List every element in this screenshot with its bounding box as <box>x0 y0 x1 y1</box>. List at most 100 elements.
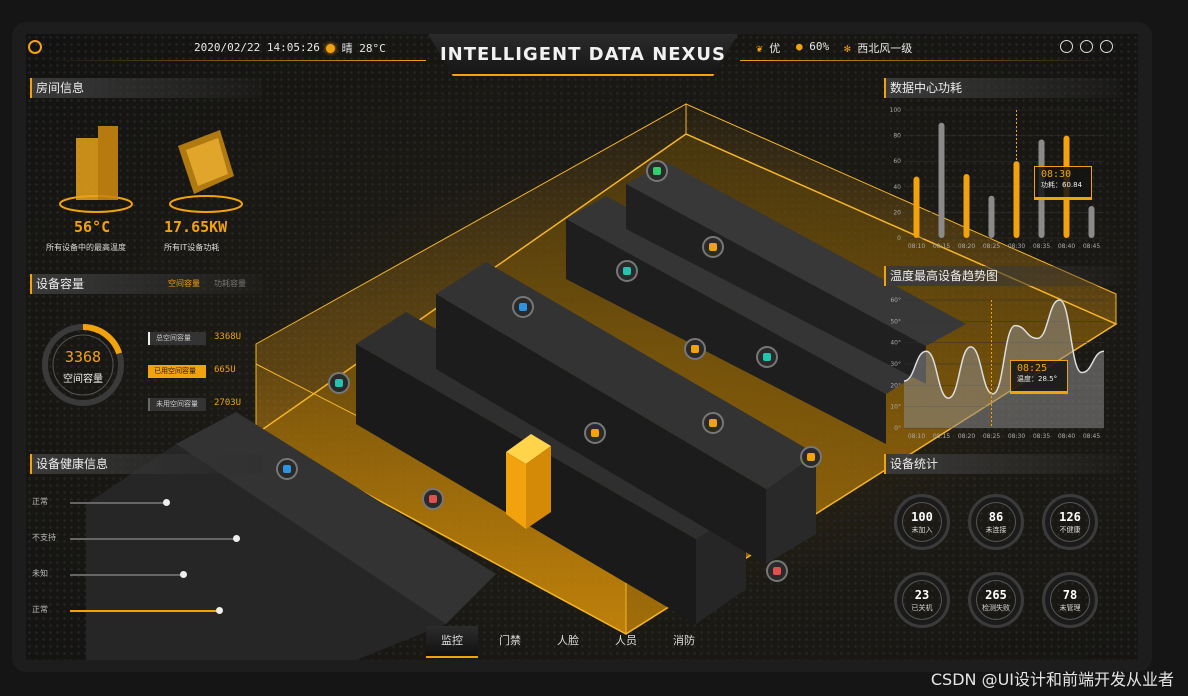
room-info-illustrations <box>59 126 243 213</box>
stat-circle[interactable]: 265 检测失败 <box>968 572 1024 628</box>
logo-icon[interactable] <box>28 40 42 54</box>
y-tick-label: 0 <box>897 235 901 242</box>
header-line-left <box>46 60 426 61</box>
back-icon[interactable] <box>1060 40 1073 53</box>
panel-title-stats: 设备统计 <box>884 454 1120 474</box>
y-tick-label: 40 <box>893 184 901 191</box>
tab-space-capacity[interactable]: 空间容量 <box>168 278 200 289</box>
room-pin-alert[interactable] <box>584 422 606 444</box>
temp-tooltip-text: 温度：28.5° <box>1017 375 1058 383</box>
humidity-text: 60% <box>809 40 830 53</box>
air-quality: ❦ 优 <box>756 40 780 56</box>
stat-label: 未连接 <box>985 526 1007 534</box>
stat-label: 检测失败 <box>982 604 1010 612</box>
room-pin-camera-2[interactable] <box>276 458 298 480</box>
stat-label: 未管理 <box>1059 604 1081 612</box>
x-tick-label: 08:25 <box>983 243 1000 250</box>
x-tick-label: 08:40 <box>1058 433 1075 440</box>
stat-label: 未加入 <box>911 526 933 534</box>
y-tick-label: 20 <box>893 209 901 216</box>
tab-power-capacity[interactable]: 功耗容量 <box>214 278 246 289</box>
room-pin-fire[interactable] <box>422 488 444 510</box>
settings-icon[interactable] <box>1080 40 1093 53</box>
health-item-label: 正常 <box>32 605 48 614</box>
panel-title-power: 数据中心功耗 <box>884 78 1120 98</box>
stat-value: 100 <box>911 510 933 524</box>
bottom-tab[interactable]: 监控 <box>426 626 478 658</box>
bottom-tab[interactable]: 人脸 <box>542 626 594 656</box>
stat-value: 23 <box>914 588 930 602</box>
slider-handle[interactable] <box>216 607 223 614</box>
power-bar <box>988 195 995 238</box>
power-tooltip: 08:30 功耗：60.84 <box>1034 166 1092 200</box>
room-pin-door-2[interactable] <box>800 446 822 468</box>
stat-circle[interactable]: 23 已关机 <box>894 572 950 628</box>
temp-tooltip-time: 08:25 <box>1017 363 1048 374</box>
room-pin-warning[interactable] <box>684 338 706 360</box>
x-tick-label: 08:10 <box>908 243 925 250</box>
power-tooltip-text: 功耗：60.84 <box>1041 181 1083 189</box>
bottom-tab[interactable]: 人员 <box>600 626 652 656</box>
stat-circle[interactable]: 78 未管理 <box>1042 572 1098 628</box>
power-tooltip-time: 08:30 <box>1041 169 1072 180</box>
dashboard-screen: 2020/02/22 14:05:26 晴 28°C INTELLIGENT D… <box>26 34 1138 660</box>
fan-icon: ✻ <box>844 42 851 55</box>
health-item-slider[interactable] <box>70 571 187 578</box>
x-tick-label: 08:40 <box>1058 243 1075 250</box>
stat-circle[interactable]: 126 不健康 <box>1042 494 1098 550</box>
free-capacity-tag: 未用空间容量 <box>148 398 206 411</box>
y-tick-label: 100 <box>890 107 902 114</box>
x-tick-label: 08:35 <box>1033 243 1050 250</box>
y-tick-label: 30° <box>890 361 901 368</box>
room-pin-star[interactable] <box>328 372 350 394</box>
max-temp-label: 所有设备中的最高温度 <box>46 243 126 252</box>
health-item-label: 正常 <box>32 497 48 506</box>
slider-handle[interactable] <box>233 535 240 542</box>
health-item-slider[interactable] <box>70 535 240 542</box>
room-pin-fire-2[interactable] <box>766 560 788 582</box>
stat-circle[interactable]: 100 未加入 <box>894 494 950 550</box>
total-capacity-tag: 总空间容量 <box>148 332 206 345</box>
humidity: ● 60% <box>796 40 829 53</box>
health-item-label: 未知 <box>32 569 48 578</box>
temp-tooltip: 08:25 温度：28.5° <box>1010 360 1068 394</box>
power-bar <box>1088 206 1095 238</box>
capacity-center-label: 空间容量 <box>63 374 103 385</box>
stat-circle[interactable]: 86 未连接 <box>968 494 1024 550</box>
stat-value: 78 <box>1062 588 1078 602</box>
capacity-center-value: 3368 <box>64 348 102 366</box>
power-label: 所有IT设备功耗 <box>164 243 220 252</box>
x-tick-label: 08:20 <box>958 433 975 440</box>
stat-label: 已关机 <box>911 604 933 612</box>
y-tick-label: 20° <box>890 382 901 389</box>
x-tick-label: 08:30 <box>1008 433 1025 440</box>
x-tick-label: 08:35 <box>1033 433 1050 440</box>
header-line-right <box>740 60 1120 61</box>
room-pin-flag[interactable] <box>616 260 638 282</box>
slider-handle[interactable] <box>180 571 187 578</box>
health-item-slider[interactable] <box>70 499 170 506</box>
bottom-tab[interactable]: 门禁 <box>484 626 536 656</box>
stat-label: 不健康 <box>1059 526 1081 534</box>
power-icon[interactable] <box>1100 40 1113 53</box>
used-capacity-tag: 已用空间容量 <box>148 365 206 378</box>
room-pin-camera[interactable] <box>512 296 534 318</box>
y-tick-label: 50° <box>890 318 901 325</box>
y-tick-label: 80 <box>893 133 901 140</box>
y-tick-label: 10° <box>890 404 901 411</box>
room-pin-door[interactable] <box>702 236 724 258</box>
temp-area-chart[interactable]: 0° 10° 20° 30° 40° 50° 60° 08:10 08:15 08:20 08:25… <box>886 290 1116 450</box>
wind-text: 西北风一级 <box>857 42 913 55</box>
x-tick-label: 08:45 <box>1083 433 1100 440</box>
max-temp-value: 56°C <box>74 218 111 236</box>
slider-handle[interactable] <box>163 499 170 506</box>
sun-icon <box>326 44 335 53</box>
power-bar <box>938 122 945 238</box>
room-pin-user[interactable] <box>646 160 668 182</box>
power-value: 17.65KW <box>164 218 228 236</box>
room-pin-shield[interactable] <box>702 412 724 434</box>
health-item-slider[interactable] <box>70 607 223 614</box>
x-tick-label: 08:30 <box>1008 243 1025 250</box>
room-pin-flag-2[interactable] <box>756 346 778 368</box>
bottom-tab[interactable]: 消防 <box>658 626 710 656</box>
